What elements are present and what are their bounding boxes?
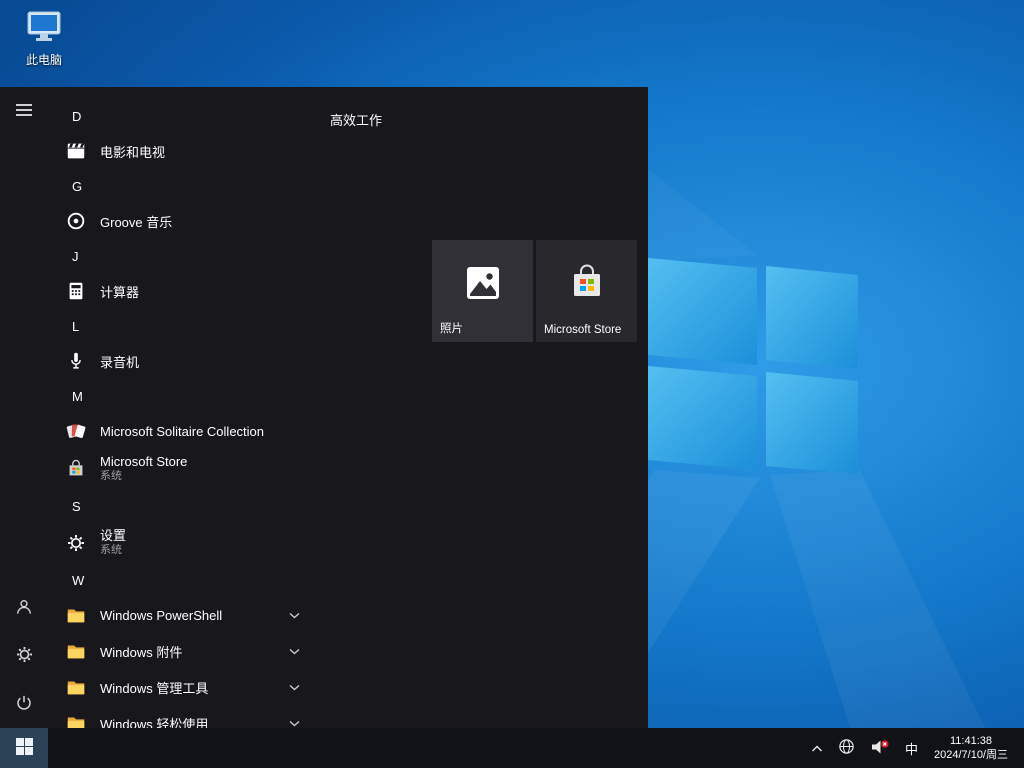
- app-item-movies-tv[interactable]: 电影和电视: [48, 133, 330, 169]
- volume-muted-button[interactable]: [867, 736, 893, 761]
- section-letter-label: L: [72, 319, 79, 334]
- this-pc-icon[interactable]: 此电脑: [14, 10, 74, 68]
- globe-network-icon: [838, 738, 855, 758]
- power-icon: [15, 694, 33, 715]
- movies-tv-icon: [64, 139, 88, 163]
- tray-overflow-button[interactable]: [808, 739, 826, 758]
- computer-icon: [24, 10, 64, 49]
- section-letter-label: J: [72, 249, 79, 264]
- app-item-label: Microsoft Solitaire Collection: [100, 424, 264, 439]
- app-item-microsoft-store[interactable]: Microsoft Store 系统: [48, 449, 330, 489]
- folder-icon: [64, 639, 88, 663]
- section-letter-j[interactable]: J: [48, 239, 330, 273]
- tile-microsoft-store[interactable]: Microsoft Store: [536, 240, 637, 342]
- tile-label: Microsoft Store: [544, 324, 621, 336]
- chevron-up-icon: [811, 741, 823, 756]
- solitaire-cards-icon: [64, 419, 88, 443]
- taskbar: 中 11:41:38 2024/7/10/周三: [0, 728, 1024, 768]
- chevron-down-icon[interactable]: [289, 612, 300, 619]
- section-letter-w[interactable]: W: [48, 563, 330, 597]
- app-folder-windows-ease-of-access[interactable]: Windows 轻松使用: [48, 705, 330, 728]
- app-item-label: Microsoft Store: [100, 455, 187, 470]
- chevron-down-icon[interactable]: [289, 648, 300, 655]
- tile-group-title[interactable]: 高效工作: [330, 110, 382, 129]
- section-letter-label: G: [72, 179, 82, 194]
- app-item-sublabel: 系统: [100, 544, 126, 557]
- app-item-voice-recorder[interactable]: 录音机: [48, 343, 330, 379]
- power-button[interactable]: [0, 680, 48, 728]
- store-bag-icon: [570, 264, 604, 307]
- network-status-button[interactable]: [835, 736, 858, 760]
- section-letter-label: M: [72, 389, 83, 404]
- user-icon: [14, 597, 34, 620]
- section-letter-label: D: [72, 109, 81, 124]
- clock-date: 2024/7/10/周三: [934, 748, 1008, 762]
- start-menu-app-list: D 电影和电视 G: [48, 87, 330, 728]
- folder-icon: [64, 711, 88, 728]
- chevron-down-icon[interactable]: [289, 720, 300, 727]
- clock-time: 11:41:38: [934, 734, 1008, 748]
- calculator-icon: [64, 279, 88, 303]
- app-folder-windows-accessories[interactable]: Windows 附件: [48, 633, 330, 669]
- app-item-label: Windows 管理工具: [100, 678, 208, 697]
- start-menu: D 电影和电视 G: [0, 87, 648, 728]
- section-letter-m[interactable]: M: [48, 379, 330, 413]
- app-item-label: 电影和电视: [100, 142, 165, 161]
- section-letter-s[interactable]: S: [48, 489, 330, 523]
- app-item-sublabel: 系统: [100, 470, 187, 483]
- section-letter-label: S: [72, 499, 81, 514]
- groove-music-icon: [64, 209, 88, 233]
- tile-grid: 照片 Microsoft Store: [432, 240, 637, 342]
- store-bag-icon: [64, 457, 88, 481]
- photos-icon: [465, 265, 501, 306]
- app-item-label: 计算器: [100, 282, 139, 301]
- section-letter-d[interactable]: D: [48, 99, 330, 133]
- app-item-label: Groove 音乐: [100, 212, 172, 231]
- settings-rail-button[interactable]: [0, 632, 48, 680]
- section-letter-g[interactable]: G: [48, 169, 330, 203]
- start-button[interactable]: [0, 728, 48, 768]
- ime-indicator[interactable]: 中: [902, 739, 921, 758]
- app-item-label: 设置: [100, 529, 126, 544]
- start-menu-tiles-area: 高效工作 照片: [330, 87, 648, 728]
- app-item-calculator[interactable]: 计算器: [48, 273, 330, 309]
- folder-icon: [64, 603, 88, 627]
- app-item-label: 录音机: [100, 352, 139, 371]
- this-pc-label: 此电脑: [26, 51, 62, 68]
- gear-icon: [15, 645, 34, 667]
- settings-gear-icon: [64, 531, 88, 555]
- folder-icon: [64, 675, 88, 699]
- section-letter-label: W: [72, 573, 84, 588]
- start-menu-rail: [0, 87, 48, 728]
- screen: 此电脑: [0, 0, 1024, 768]
- app-item-label: Windows 轻松使用: [100, 714, 208, 729]
- app-folder-windows-powershell[interactable]: Windows PowerShell: [48, 597, 330, 633]
- app-folder-windows-admin-tools[interactable]: Windows 管理工具: [48, 669, 330, 705]
- app-item-settings[interactable]: 设置 系统: [48, 523, 330, 563]
- app-item-groove-music[interactable]: Groove 音乐: [48, 203, 330, 239]
- hamburger-menu-button[interactable]: [0, 87, 48, 135]
- tile-label: 照片: [440, 320, 463, 336]
- microphone-icon: [64, 349, 88, 373]
- taskbar-clock[interactable]: 11:41:38 2024/7/10/周三: [930, 734, 1012, 762]
- hamburger-icon: [16, 103, 32, 120]
- app-item-label: Windows 附件: [100, 642, 182, 661]
- user-account-button[interactable]: [0, 584, 48, 632]
- chevron-down-icon[interactable]: [289, 684, 300, 691]
- speaker-muted-icon: [870, 738, 890, 759]
- windows-logo-icon: [16, 738, 33, 758]
- system-tray: 中 11:41:38 2024/7/10/周三: [808, 728, 1024, 768]
- app-item-solitaire[interactable]: Microsoft Solitaire Collection: [48, 413, 330, 449]
- section-letter-l[interactable]: L: [48, 309, 330, 343]
- app-item-label: Windows PowerShell: [100, 608, 222, 623]
- tile-photos[interactable]: 照片: [432, 240, 533, 342]
